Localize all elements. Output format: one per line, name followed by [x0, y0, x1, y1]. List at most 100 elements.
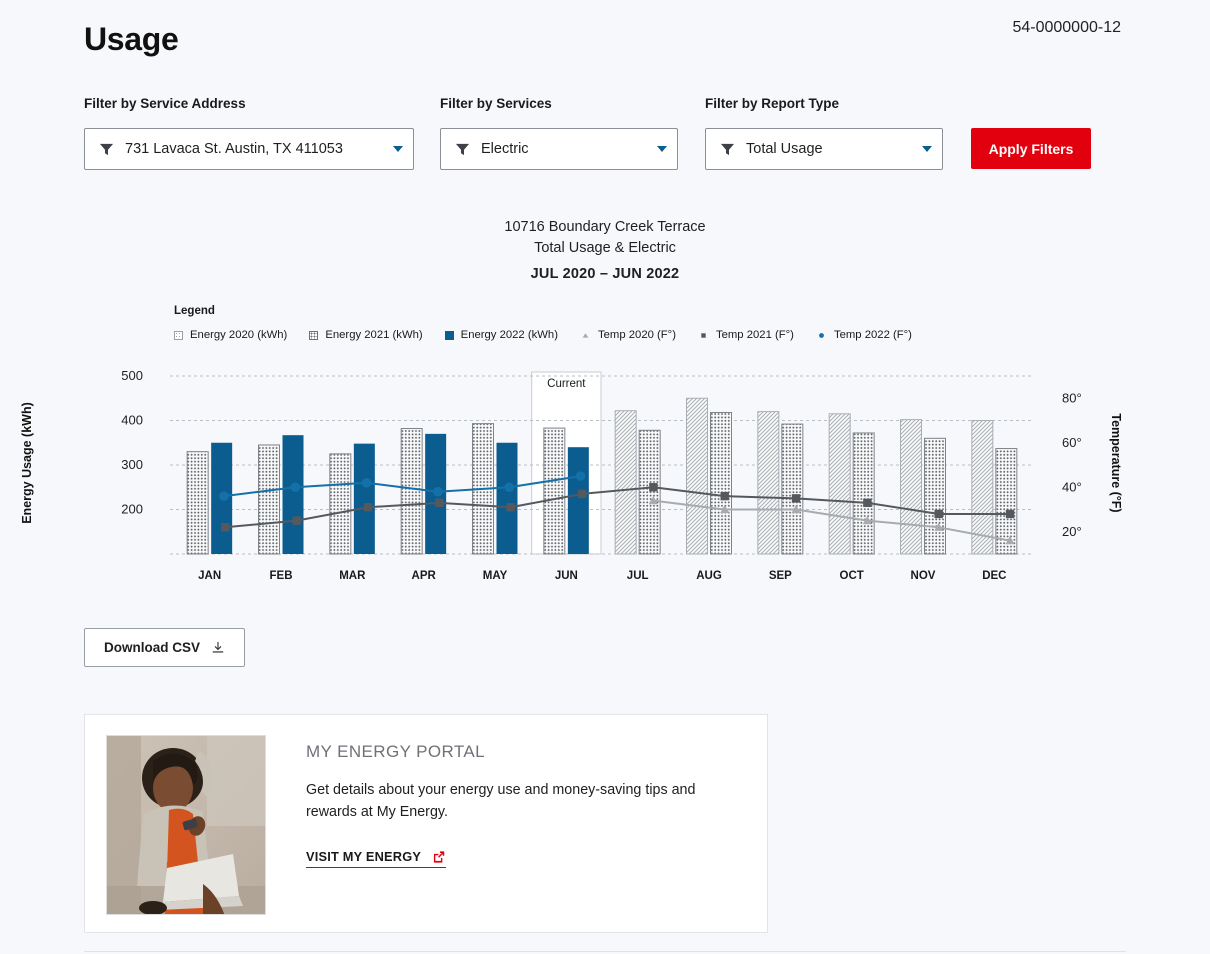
filter-service-address-value: 731 Lavaca St. Austin, TX 411053	[125, 141, 385, 157]
chart-bar	[401, 429, 422, 554]
x-axis-tick-label: OCT	[840, 570, 864, 582]
apply-filters-button[interactable]: Apply Filters	[971, 128, 1091, 169]
triangle-marker-icon	[580, 330, 591, 341]
x-axis-tick-label: MAR	[339, 570, 366, 582]
circle-marker-icon	[816, 330, 827, 341]
chart-bar	[758, 412, 779, 554]
chart-daterange-heading: JUL 2020 – JUN 2022	[0, 266, 1210, 282]
chart-data-point	[219, 491, 229, 501]
usage-page: Usage 54-0000000-12 Filter by Service Ad…	[0, 0, 1210, 954]
chart-data-point	[292, 516, 300, 524]
y-axis-right-tick: 20°	[1062, 524, 1082, 539]
account-number: 54-0000000-12	[1012, 19, 1121, 37]
filter-report-type[interactable]: Total Usage	[705, 128, 943, 170]
download-csv-button[interactable]: Download CSV	[84, 628, 245, 667]
chart-bar	[925, 438, 946, 554]
chart-bar	[187, 452, 208, 554]
chevron-down-icon	[657, 146, 667, 152]
chart-legend: Energy 2020 (kWh) Energy 2021 (kWh) Ener…	[174, 329, 934, 341]
chart-bar	[782, 424, 803, 554]
chart-data-point	[1006, 510, 1014, 518]
legend-item-temp-2020[interactable]: Temp 2020 (F°)	[580, 329, 676, 341]
visit-my-energy-label: VISIT MY ENERGY	[306, 849, 421, 864]
legend-item-temp-2022[interactable]: Temp 2022 (F°)	[816, 329, 912, 341]
page-title: Usage	[84, 21, 179, 58]
chart-bar	[259, 445, 280, 554]
y-axis-left-tick: 400	[121, 413, 143, 428]
promo-body: MY ENERGY PORTAL Get details about your …	[266, 715, 767, 868]
chart-data-point	[433, 487, 443, 497]
legend-swatch-icon	[445, 331, 454, 340]
chart-data-point	[364, 503, 372, 511]
x-axis-tick-label: AUG	[696, 570, 722, 582]
promo-card: MY ENERGY PORTAL Get details about your …	[84, 714, 768, 933]
current-period-label: Current	[547, 378, 586, 390]
y-axis-right-tick: 80°	[1062, 390, 1082, 405]
chart-data-point	[576, 471, 586, 481]
chart-data-point	[362, 478, 372, 488]
chart-address-heading: 10716 Boundary Creek Terrace	[0, 219, 1210, 235]
x-axis-tick-label: APR	[412, 570, 437, 582]
legend-swatch-icon	[174, 331, 183, 340]
chart-data-point	[290, 482, 300, 492]
chart-bar	[497, 443, 518, 554]
promo-text: Get details about your energy use and mo…	[306, 779, 743, 823]
y-axis-left-tick: 500	[121, 368, 143, 383]
chart-canvas: Current20030040050020°40°60°80°JANFEBMAR…	[0, 355, 1210, 595]
y-axis-left-tick: 300	[121, 457, 143, 472]
chart-bar	[544, 428, 565, 554]
legend-swatch-icon	[309, 331, 318, 340]
filter-label-report-type: Filter by Report Type	[705, 96, 839, 111]
y-axis-right-title: Temperature (°F)	[1109, 383, 1123, 543]
x-axis-tick-label: NOV	[911, 570, 936, 582]
chart-bar	[687, 398, 708, 554]
chart-bar	[568, 447, 589, 554]
chart-bar	[853, 433, 874, 554]
chart-data-point	[506, 503, 514, 511]
x-axis-tick-label: JUN	[555, 570, 578, 582]
filter-service-address[interactable]: 731 Lavaca St. Austin, TX 411053	[84, 128, 414, 170]
bottom-divider	[84, 951, 1126, 952]
chart-data-point	[934, 510, 942, 518]
chart-data-point	[792, 494, 800, 502]
chart-data-point	[221, 523, 229, 531]
chart-data-point	[435, 499, 443, 507]
visit-my-energy-link[interactable]: VISIT MY ENERGY	[306, 849, 446, 868]
legend-label: Temp 2021 (F°)	[716, 329, 794, 341]
legend-label: Energy 2021 (kWh)	[325, 329, 422, 341]
y-axis-right-tick: 40°	[1062, 479, 1082, 494]
promo-title: MY ENERGY PORTAL	[306, 742, 743, 762]
chart-data-point	[649, 483, 657, 491]
square-marker-icon	[698, 330, 709, 341]
x-axis-tick-label: JAN	[198, 570, 221, 582]
legend-label: Energy 2020 (kWh)	[190, 329, 287, 341]
filter-services[interactable]: Electric	[440, 128, 678, 170]
legend-label: Temp 2020 (F°)	[598, 329, 676, 341]
funnel-icon	[720, 142, 735, 157]
legend-item-energy-2022[interactable]: Energy 2022 (kWh)	[445, 329, 558, 341]
chart-bar	[639, 430, 660, 554]
usage-chart: Current20030040050020°40°60°80°JANFEBMAR…	[0, 355, 1210, 595]
funnel-icon	[99, 142, 114, 157]
x-axis-tick-label: MAY	[483, 570, 508, 582]
filter-report-type-value: Total Usage	[746, 141, 914, 157]
x-axis-tick-label: JUL	[627, 570, 649, 582]
legend-item-energy-2021[interactable]: Energy 2021 (kWh)	[309, 329, 422, 341]
legend-label: Temp 2022 (F°)	[834, 329, 912, 341]
chart-bar	[829, 414, 850, 554]
chart-data-point	[578, 490, 586, 498]
download-icon	[211, 641, 225, 655]
chart-bar	[283, 435, 304, 554]
chart-bar	[615, 411, 636, 554]
chart-data-point	[720, 492, 728, 500]
y-axis-right-tick: 60°	[1062, 435, 1082, 450]
filter-services-value: Electric	[481, 141, 649, 157]
x-axis-tick-label: DEC	[982, 570, 1006, 582]
x-axis-tick-label: SEP	[769, 570, 792, 582]
external-link-icon	[432, 850, 446, 864]
funnel-icon	[455, 142, 470, 157]
filter-label-services: Filter by Services	[440, 96, 552, 111]
promo-image	[106, 735, 266, 915]
legend-item-energy-2020[interactable]: Energy 2020 (kWh)	[174, 329, 287, 341]
legend-item-temp-2021[interactable]: Temp 2021 (F°)	[698, 329, 794, 341]
